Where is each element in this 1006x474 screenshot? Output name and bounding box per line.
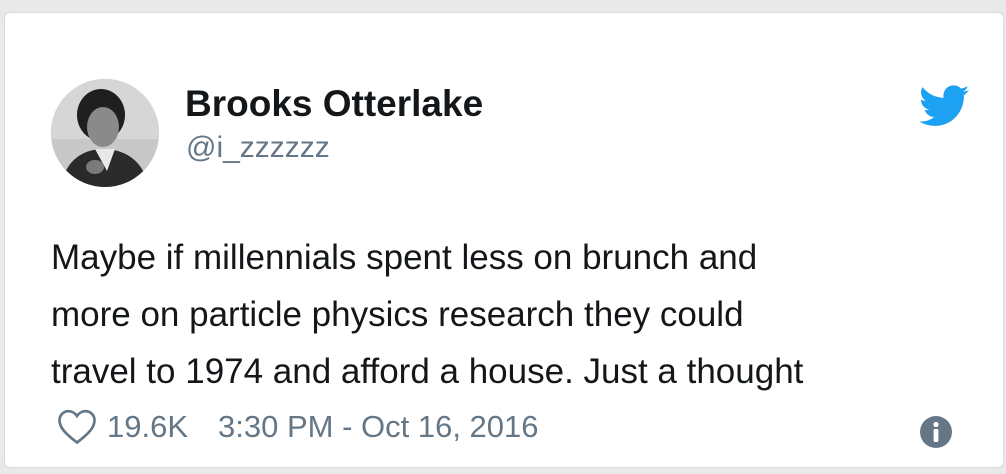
avatar-photo (51, 79, 159, 187)
user-handle[interactable]: @i_zzzzzz (186, 131, 330, 165)
display-name[interactable]: Brooks Otterlake (185, 83, 483, 125)
tweet-text: Maybe if millennials spent less on brunc… (51, 229, 981, 400)
tweet-card: Brooks Otterlake @i_zzzzzz Maybe if mill… (4, 12, 1004, 468)
info-icon[interactable] (919, 415, 953, 449)
tweet-timestamp[interactable]: 3:30 PM - Oct 16, 2016 (218, 409, 539, 445)
twitter-bird-icon[interactable] (919, 85, 969, 127)
tweet-text-line: Maybe if millennials spent less on brunc… (51, 238, 758, 277)
tweet-text-line: travel to 1974 and afford a house. Just … (51, 352, 804, 391)
avatar[interactable] (51, 79, 159, 187)
tweet-footer: 19.6K 3:30 PM - Oct 16, 2016 (57, 407, 539, 447)
tweet-text-line: more on particle physics research they c… (51, 295, 744, 334)
like-count[interactable]: 19.6K (107, 409, 188, 445)
heart-icon[interactable] (57, 408, 97, 446)
